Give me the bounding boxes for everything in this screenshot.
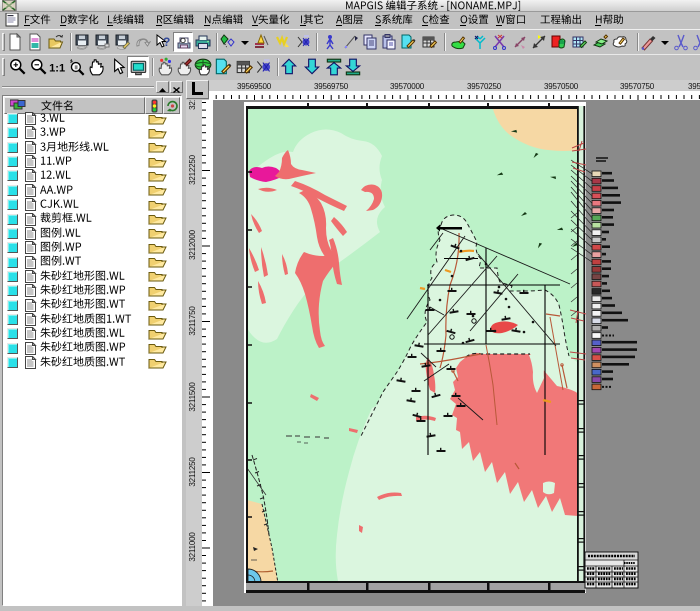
svg-text:1:1: 1:1 bbox=[49, 62, 65, 74]
svg-text:?: ? bbox=[163, 35, 170, 49]
